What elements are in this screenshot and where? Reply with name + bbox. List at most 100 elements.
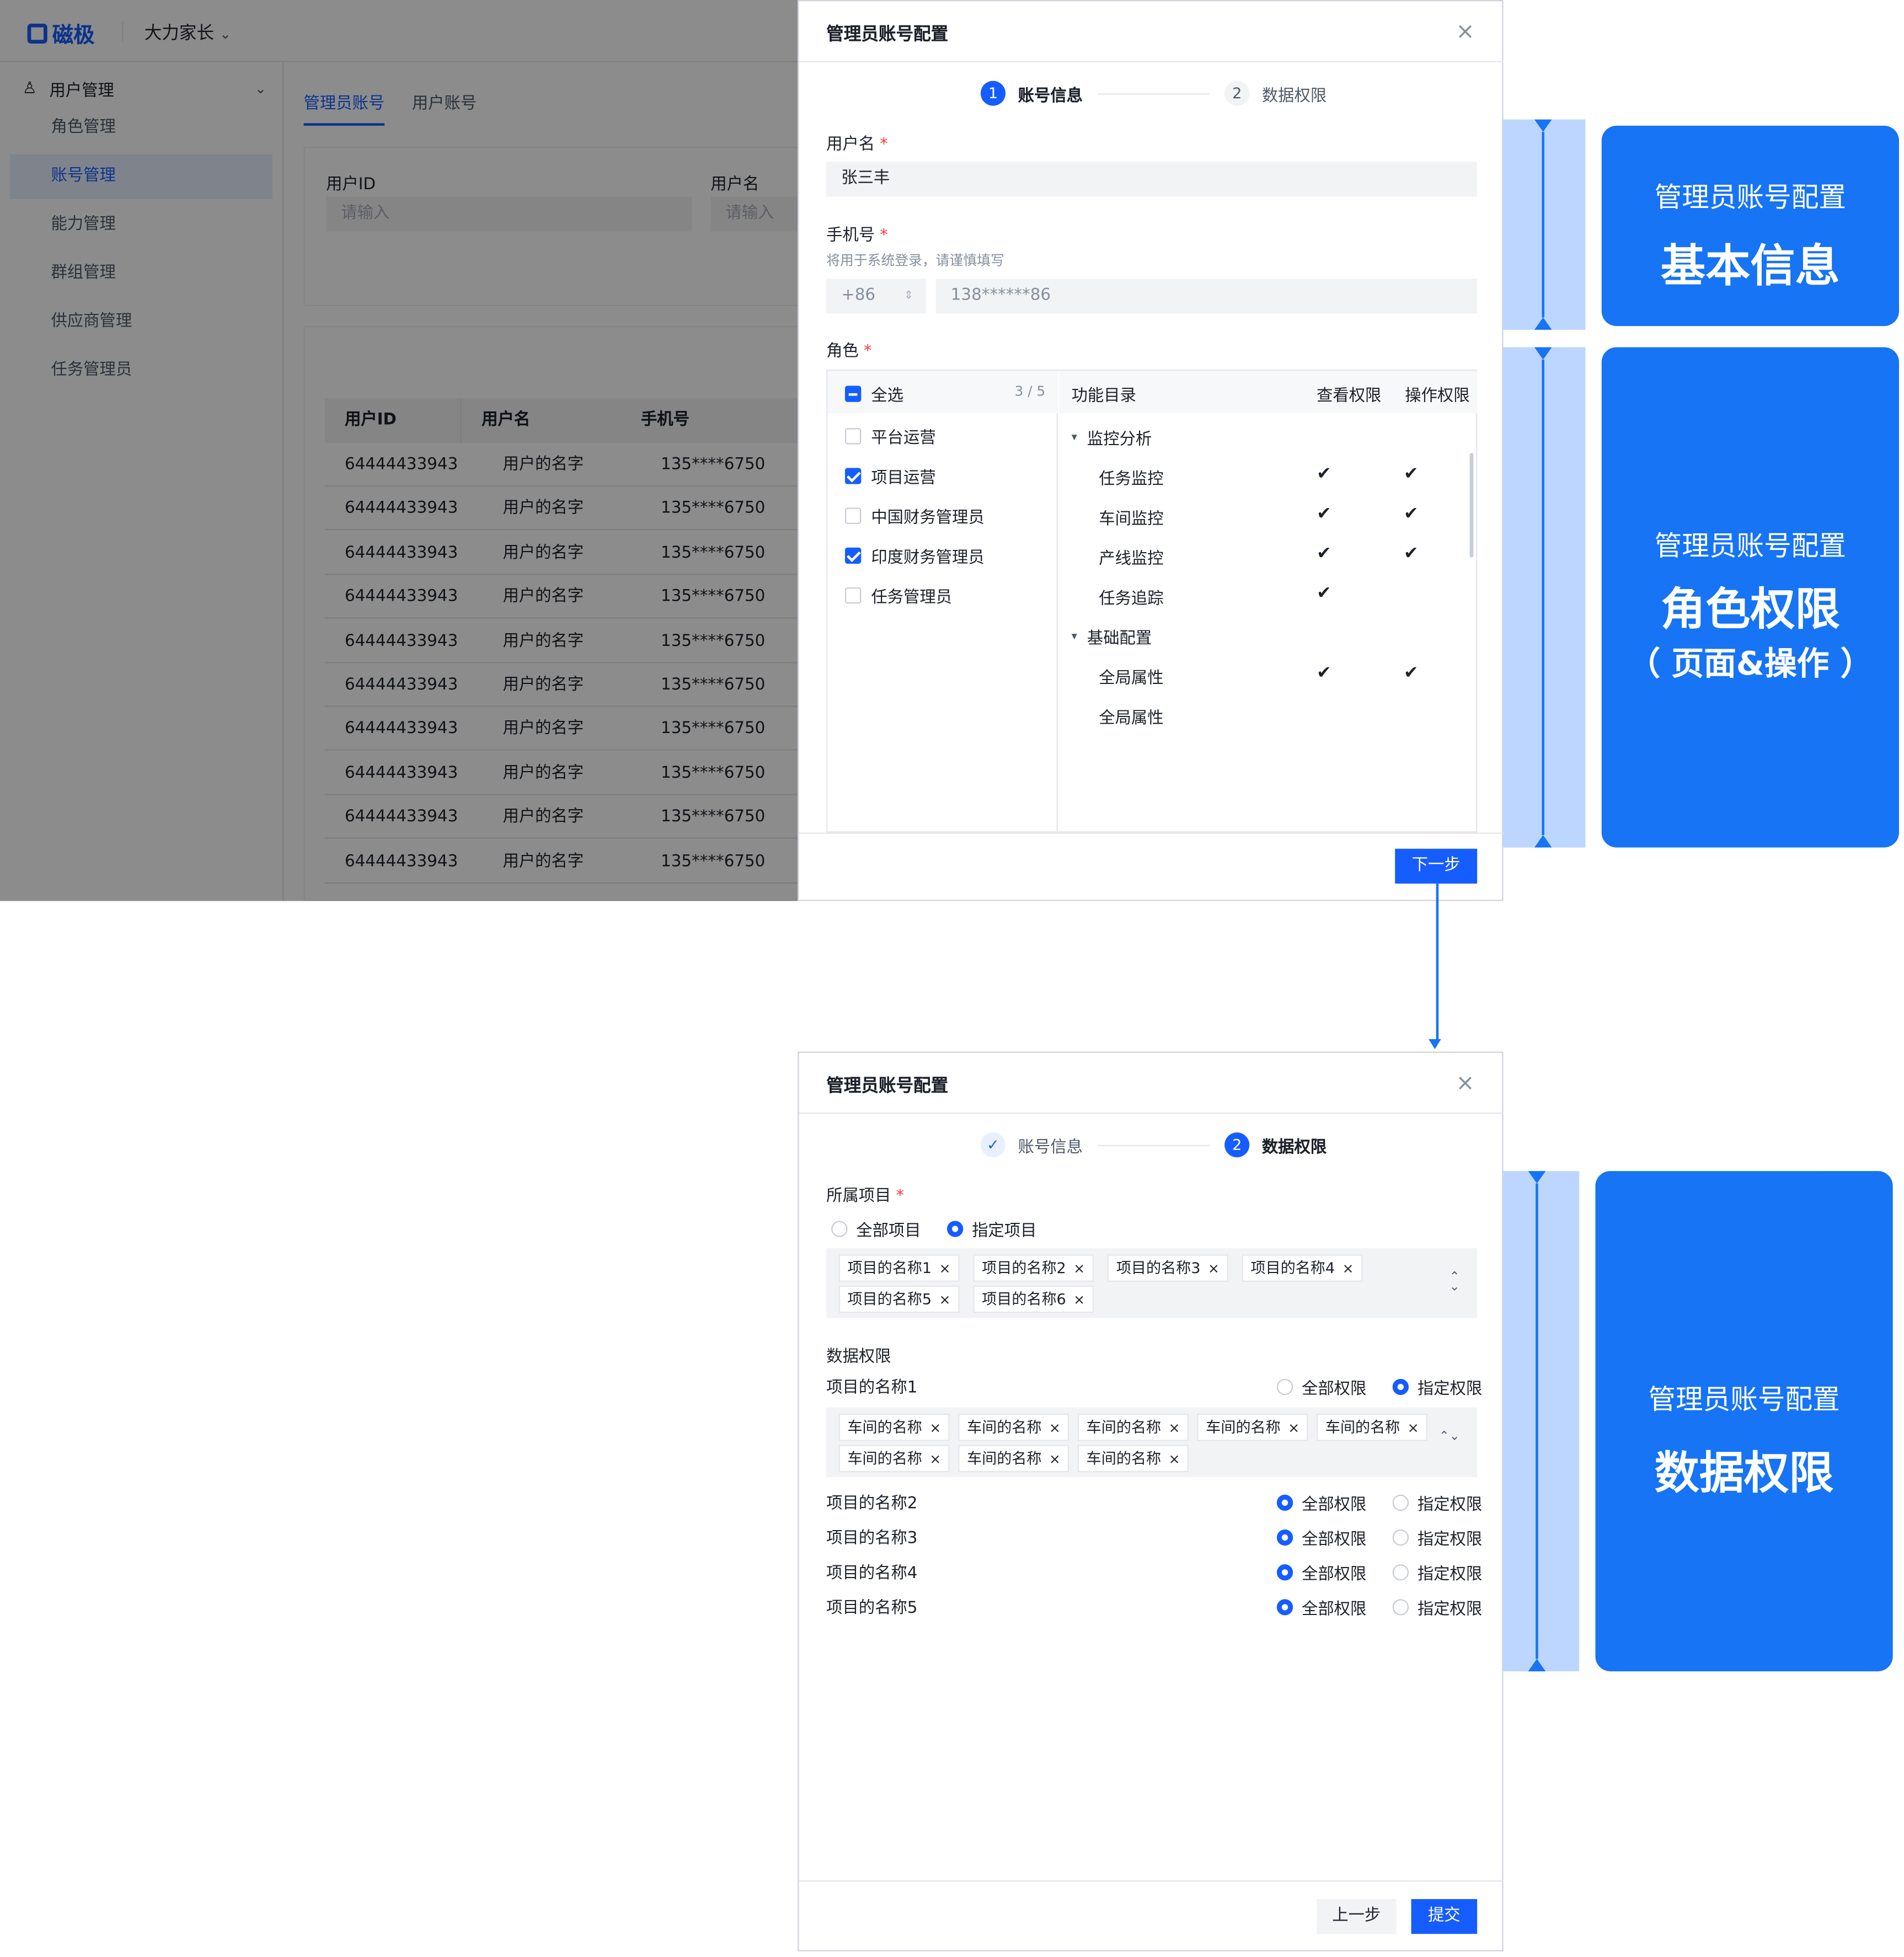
radio-label: 指定项目 (972, 1222, 1037, 1241)
phone-hint: 将用于系统登录，请谨慎填写 (826, 253, 1004, 269)
country-code-value: +86 (841, 286, 876, 305)
radio-all-projects[interactable]: 全部项目 (831, 1217, 921, 1240)
country-code-select[interactable]: +86 ⇕ (826, 279, 926, 314)
steps: ✓ 账号信息 2 数据权限 (980, 1132, 1327, 1158)
account-config-modal-step1: 管理员账号配置 × 1 账号信息 2 数据权限 用户名 * 张三丰 手机号 * 将用… (798, 0, 1504, 901)
radio-specific-projects[interactable]: 指定项目 (946, 1217, 1037, 1241)
tag[interactable]: 项目的名称5 × (838, 1285, 960, 1313)
radio-label: 指定权限 (1417, 1531, 1483, 1549)
column-header: 操作权限 (1405, 387, 1470, 406)
scrollbar[interactable] (1469, 453, 1474, 558)
tag[interactable]: 车间的名称 × (958, 1445, 1069, 1473)
role-option[interactable]: 平台运营 (844, 424, 936, 448)
tag[interactable]: 车间的名称 × (838, 1414, 950, 1441)
tag-close-icon[interactable]: × (1169, 1451, 1180, 1467)
radio-all-permission[interactable]: 全部权限 (1276, 1526, 1366, 1549)
select-all-label: 全选 (871, 387, 904, 406)
username-label-text: 用户名 (826, 135, 875, 154)
tag-label: 项目的名称1 (847, 1259, 932, 1277)
tag[interactable]: 项目的名称3 × (1108, 1254, 1228, 1282)
tag[interactable]: 车间的名称 × (1077, 1414, 1189, 1441)
close-icon[interactable]: × (1456, 19, 1475, 45)
tag-close-icon[interactable]: × (939, 1261, 951, 1277)
tag[interactable]: 项目的名称2 × (973, 1254, 1094, 1282)
tag[interactable]: 项目的名称6 × (973, 1285, 1094, 1313)
annotation-card-role-permissions: 管理员账号配置 角色权限 （ 页面&操作 ） (1601, 347, 1899, 848)
radio-icon (1276, 1599, 1293, 1616)
phone-label: 手机号 * (826, 222, 888, 245)
permission-group[interactable]: ▾ 基础配置 (1072, 625, 1152, 649)
radio-all-permission[interactable]: 全部权限 (1276, 1560, 1366, 1584)
tag-close-icon[interactable]: × (939, 1292, 951, 1308)
tag-close-icon[interactable]: × (1073, 1292, 1085, 1308)
role-option[interactable]: 项目运营 (844, 464, 936, 488)
radio-specific-permission[interactable]: 指定权限 (1392, 1375, 1482, 1399)
tag-close-icon[interactable]: × (929, 1451, 941, 1467)
annotation-card-data-permissions: 管理员账号配置 数据权限 (1595, 1171, 1893, 1672)
tag-close-icon[interactable]: × (1208, 1261, 1220, 1277)
radio-label: 全部权限 (1301, 1495, 1367, 1515)
radio-all-permission[interactable]: 全部权限 (1276, 1595, 1366, 1619)
tag-close-icon[interactable]: × (1408, 1420, 1419, 1436)
tag[interactable]: 项目的名称1 × (838, 1254, 960, 1282)
next-step-button[interactable]: 下一步 (1395, 848, 1478, 884)
role-option[interactable]: 印度财务管理员 (844, 544, 985, 568)
prev-step-button[interactable]: 上一步 (1317, 1899, 1397, 1934)
check-icon: ✔ (1317, 464, 1331, 484)
radio-icon (1392, 1564, 1409, 1581)
annotation-arrow-top (1534, 119, 1552, 132)
radio-all-permission[interactable]: 全部权限 (1276, 1491, 1367, 1515)
role-option[interactable]: 中国财务管理员 (844, 504, 985, 528)
permission-item: 全局属性 (1099, 669, 1164, 688)
role-name: 项目运营 (871, 469, 936, 488)
tag-close-icon[interactable]: × (1169, 1420, 1180, 1436)
tag-close-icon[interactable]: × (1343, 1261, 1354, 1277)
radio-icon (1392, 1599, 1409, 1616)
role-option[interactable]: 任务管理员 (844, 584, 952, 607)
tag[interactable]: 车间的名称 × (958, 1414, 1069, 1441)
divider (799, 832, 1504, 834)
radio-all-permission[interactable]: 全部权限 (1276, 1375, 1366, 1399)
project-tag-select[interactable]: ⌃ ⌄ 项目的名称1 × 项目的名称2 × 项目的名称3 × 项目的名称4 × 项目的名称5 × 项目… (826, 1248, 1478, 1318)
role-name: 印度财务管理员 (871, 548, 985, 568)
radio-icon (1392, 1494, 1409, 1511)
tag-label: 车间的名称 (1325, 1419, 1400, 1436)
tag-close-icon[interactable]: × (1073, 1261, 1085, 1277)
radio-specific-permission[interactable]: 指定权限 (1392, 1491, 1482, 1515)
tag[interactable]: 车间的名称 × (1197, 1414, 1308, 1441)
username-input[interactable]: 张三丰 (826, 162, 1478, 197)
tag-close-icon[interactable]: × (1288, 1420, 1299, 1436)
divider (799, 61, 1504, 62)
tag-close-icon[interactable]: × (1049, 1420, 1061, 1436)
tag[interactable]: 车间的名称 × (838, 1445, 950, 1473)
check-icon: ✔ (1317, 584, 1331, 604)
tag-close-icon[interactable]: × (929, 1420, 941, 1436)
tag[interactable]: 项目的名称4 × (1242, 1254, 1363, 1282)
select-all-checkbox[interactable]: 全选 (844, 382, 904, 406)
annotation-subtitle: 管理员账号配置 (1648, 1385, 1840, 1416)
phone-input[interactable]: 138******86 (935, 279, 1478, 314)
workshop-tag-select[interactable]: ⌃⌄ 车间的名称 × 车间的名称 × 车间的名称 × 车间的名称 × 车间的名称 × 车间的名称 × 车间… (826, 1407, 1478, 1478)
step-1-label: 账号信息 (1018, 86, 1083, 105)
radio-icon (1276, 1564, 1293, 1581)
checkbox-icon (844, 428, 862, 445)
role-list: 全选 3 / 5 平台运营 项目运营 中国财务管理员 印度财务管理员 任务管理员 (827, 371, 1058, 832)
modal-title: 管理员账号配置 (826, 25, 949, 45)
permission-group[interactable]: ▾ 监控分析 (1072, 426, 1152, 450)
step-connector (1098, 93, 1210, 94)
annotation-arrow-bottom (1534, 835, 1552, 848)
radio-specific-permission[interactable]: 指定权限 (1392, 1595, 1482, 1619)
group-name: 基础配置 (1087, 629, 1152, 649)
close-icon[interactable]: × (1456, 1070, 1475, 1096)
radio-specific-permission[interactable]: 指定权限 (1392, 1560, 1482, 1584)
radio-specific-permission[interactable]: 指定权限 (1392, 1526, 1483, 1549)
check-icon: ✔ (1404, 543, 1419, 564)
tag[interactable]: 车间的名称 × (1077, 1445, 1189, 1473)
required-mark: * (863, 342, 872, 361)
checkbox-icon (844, 468, 862, 484)
tag[interactable]: 车间的名称 × (1317, 1414, 1428, 1441)
tag-close-icon[interactable]: × (1049, 1451, 1061, 1467)
data-perm-label: 数据权限 (826, 1348, 891, 1367)
tag-label: 车间的名称 (1086, 1450, 1162, 1468)
submit-button[interactable]: 提交 (1411, 1899, 1478, 1934)
